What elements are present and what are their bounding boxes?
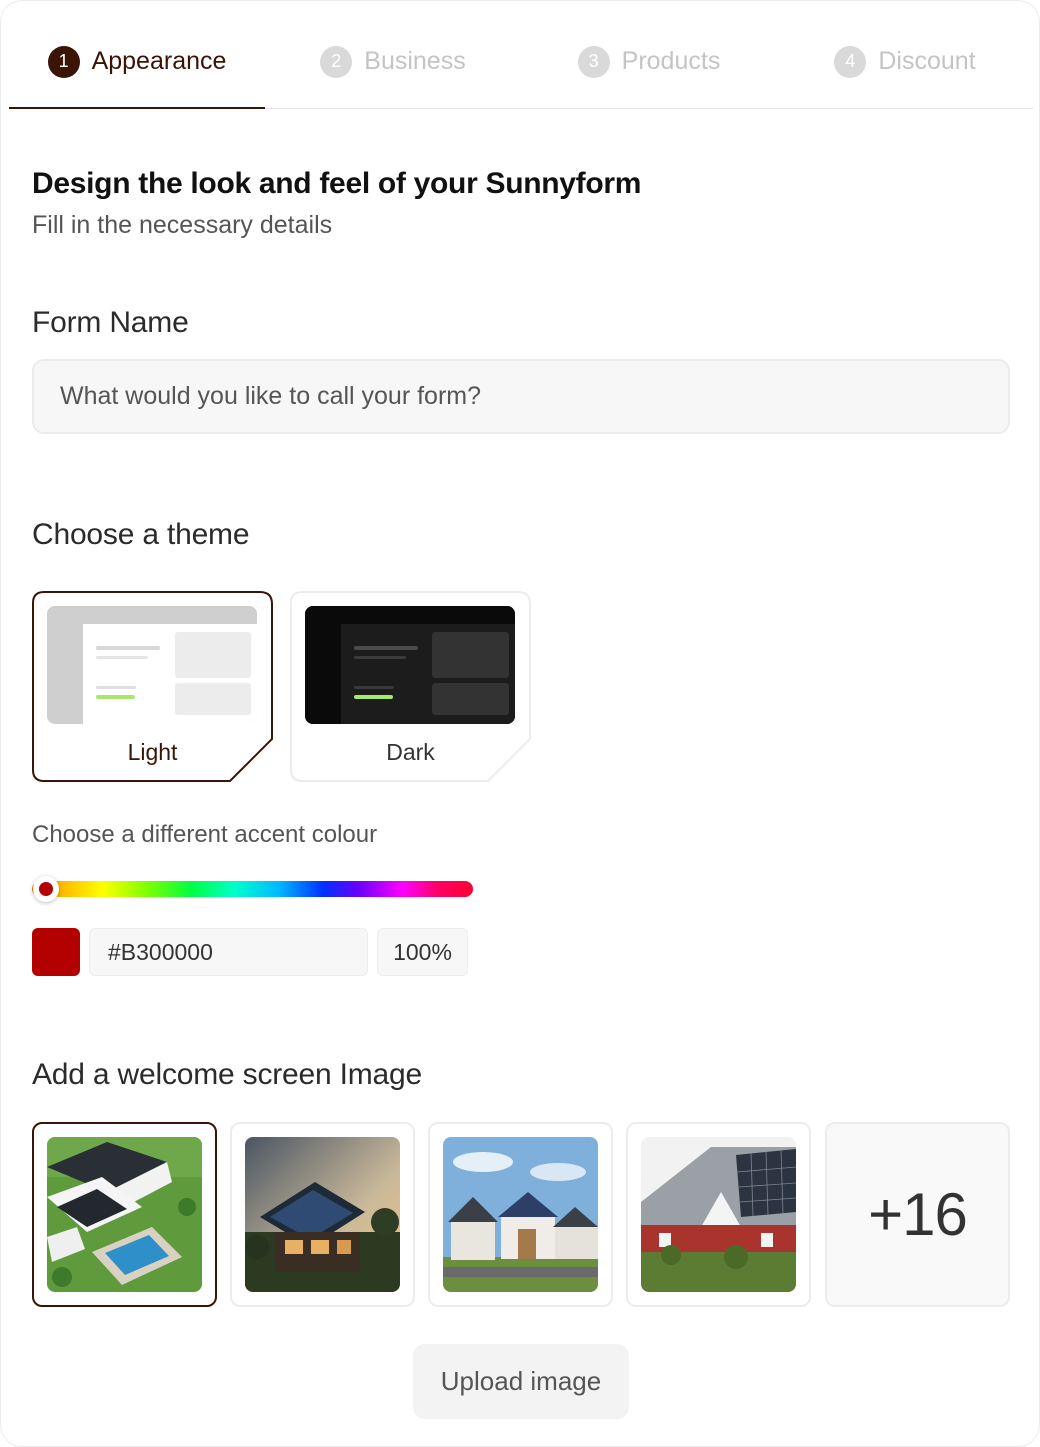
tab-label: Products xyxy=(621,47,721,75)
hue-thumb-color xyxy=(39,882,53,896)
house-solar-roof-evening-thumbnail xyxy=(245,1137,400,1292)
accent-color-swatch[interactable] xyxy=(32,928,80,976)
hue-slider-thumb[interactable] xyxy=(33,876,59,902)
page-subtitle: Fill in the necessary details xyxy=(32,211,333,239)
step-number-badge: 1 xyxy=(47,45,80,78)
tab-label: Discount xyxy=(878,47,976,75)
hex-color-input[interactable] xyxy=(89,928,368,976)
form-name-label: Form Name xyxy=(32,306,189,339)
step-number-badge: 2 xyxy=(320,45,353,78)
theme-option-dark[interactable]: Dark xyxy=(290,591,531,782)
form-builder-panel: 1 Appearance 2 Business 3 Products 4 Dis… xyxy=(0,0,1040,1447)
red-house-solar-panels-thumbnail xyxy=(641,1137,796,1292)
theme-option-light[interactable]: Light xyxy=(32,591,273,782)
tab-business[interactable]: 2 Business xyxy=(265,15,521,108)
step-number-badge: 3 xyxy=(577,45,610,78)
upload-image-button[interactable]: Upload image xyxy=(413,1344,629,1419)
form-name-input[interactable] xyxy=(32,359,1010,434)
tab-label: Business xyxy=(364,47,466,75)
welcome-image-option-3[interactable] xyxy=(428,1122,613,1307)
tab-label: Appearance xyxy=(91,47,227,75)
theme-option-label: Light xyxy=(127,739,178,765)
welcome-image-option-4[interactable] xyxy=(626,1122,811,1307)
welcome-image-label: Add a welcome screen Image xyxy=(32,1058,423,1091)
step-number-badge: 4 xyxy=(834,45,867,78)
theme-section-label: Choose a theme xyxy=(32,518,250,551)
aerial-house-with-pool-thumbnail xyxy=(47,1137,202,1292)
page-title: Design the look and feel of your Sunnyfo… xyxy=(32,167,642,200)
more-images-tile[interactable]: +16 xyxy=(825,1122,1010,1307)
tab-products[interactable]: 3 Products xyxy=(521,15,777,108)
theme-option-label: Dark xyxy=(386,739,435,765)
welcome-image-option-1[interactable] xyxy=(32,1122,217,1307)
tab-appearance[interactable]: 1 Appearance xyxy=(9,15,265,109)
hue-slider-track[interactable] xyxy=(32,881,473,897)
opacity-input[interactable] xyxy=(377,928,468,976)
tab-discount[interactable]: 4 Discount xyxy=(777,15,1033,108)
light-theme-preview xyxy=(47,606,257,724)
houses-solar-roofs-street-thumbnail xyxy=(443,1137,598,1292)
welcome-image-option-2[interactable] xyxy=(230,1122,415,1307)
accent-colour-label: Choose a different accent colour xyxy=(32,821,378,848)
stepper-tabs: 1 Appearance 2 Business 3 Products 4 Dis… xyxy=(9,15,1033,109)
dark-theme-preview xyxy=(305,606,515,724)
